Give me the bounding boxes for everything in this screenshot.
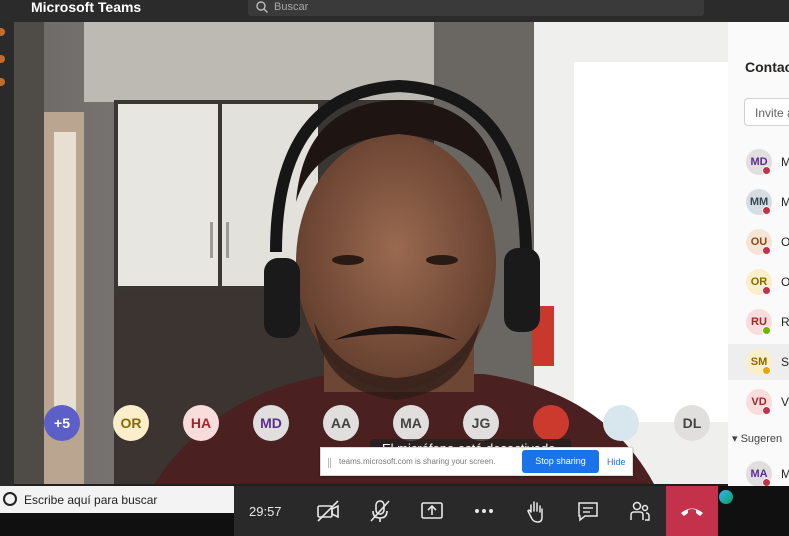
raise-hand-icon[interactable] — [522, 497, 550, 525]
contact-name: M — [781, 195, 789, 209]
presence-status-icon — [762, 478, 771, 486]
app-title: Microsoft Teams — [31, 0, 142, 15]
panel-title: Contactos — [745, 59, 789, 75]
phone-hangup-icon — [681, 508, 703, 516]
contact-row[interactable]: MD M — [728, 144, 789, 180]
mic-off-icon[interactable] — [366, 497, 394, 525]
contact-row[interactable]: VD V — [728, 384, 789, 420]
left-rail — [0, 22, 14, 486]
search-placeholder: Buscar — [274, 1, 309, 13]
participant-avatar[interactable]: JG — [463, 405, 499, 441]
suggestions-label: Sugeren — [740, 433, 783, 445]
more-options-icon[interactable] — [470, 497, 498, 525]
stop-sharing-button[interactable]: Stop sharing — [522, 450, 599, 473]
screen-sharing-bar: teams.microsoft.com is sharing your scre… — [320, 447, 633, 476]
search-icon — [256, 1, 268, 13]
drag-handle-icon[interactable] — [328, 458, 331, 468]
taskbar-search-placeholder: Escribe aquí para buscar — [24, 493, 158, 507]
participant-avatar[interactable]: MA — [393, 405, 429, 441]
participant-avatar[interactable] — [533, 405, 569, 441]
browser-icon[interactable] — [719, 490, 733, 504]
contact-row[interactable]: RU R — [728, 304, 789, 340]
contact-name: V — [781, 395, 789, 409]
contact-name: R — [781, 315, 789, 329]
invite-placeholder: Invite a — [755, 106, 789, 120]
suggestion-row[interactable]: MA M — [728, 456, 789, 486]
contact-row[interactable]: SM S — [728, 344, 789, 380]
contacts-panel: Contactos Invite a MD M MM M OU O OR O R… — [728, 22, 789, 486]
notification-dot — [0, 55, 5, 63]
presence-status-icon — [762, 406, 771, 415]
hang-up-button[interactable] — [666, 486, 718, 536]
camera-off-icon[interactable] — [314, 497, 342, 525]
participant-avatar[interactable]: AA — [323, 405, 359, 441]
contact-name: M — [781, 155, 789, 169]
participants-icon[interactable] — [626, 497, 654, 525]
contact-name: O — [781, 235, 789, 249]
suggestions-header[interactable]: ▾ Sugeren — [732, 432, 782, 445]
sharing-message: teams.microsoft.com is sharing your scre… — [339, 457, 496, 466]
presence-status-icon — [762, 246, 771, 255]
presence-status-icon — [762, 326, 771, 335]
share-screen-icon[interactable] — [418, 497, 446, 525]
participant-avatar[interactable]: DL — [674, 405, 710, 441]
contact-name: S — [781, 355, 789, 369]
contact-row[interactable]: OR O — [728, 264, 789, 300]
invite-input[interactable]: Invite a — [744, 98, 789, 126]
contact-row[interactable]: OU O — [728, 224, 789, 260]
chat-icon[interactable] — [574, 497, 602, 525]
presence-status-icon — [762, 206, 771, 215]
presence-status-icon — [762, 166, 771, 175]
participant-avatar[interactable]: OR — [113, 405, 149, 441]
call-controls-bar: 29:57 — [234, 486, 717, 536]
participants-overflow-avatar[interactable]: +5 — [44, 405, 80, 441]
presence-status-icon — [762, 366, 771, 375]
participant-avatar[interactable]: HA — [183, 405, 219, 441]
call-timer: 29:57 — [249, 504, 282, 519]
notification-dot — [0, 28, 5, 36]
hide-button[interactable]: Hide — [607, 457, 626, 467]
title-bar: Microsoft Teams Buscar — [0, 0, 789, 22]
participant-photo-avatar[interactable] — [603, 405, 639, 441]
search-icon — [3, 492, 17, 506]
taskbar-search[interactable]: Escribe aquí para buscar — [0, 486, 234, 513]
contact-name: O — [781, 275, 789, 289]
participant-avatar[interactable]: MD — [253, 405, 289, 441]
contact-row[interactable]: MM M — [728, 184, 789, 220]
notification-dot — [0, 78, 5, 86]
presence-status-icon — [762, 286, 771, 295]
contact-name: M — [781, 467, 789, 481]
search-box[interactable]: Buscar — [248, 0, 704, 16]
